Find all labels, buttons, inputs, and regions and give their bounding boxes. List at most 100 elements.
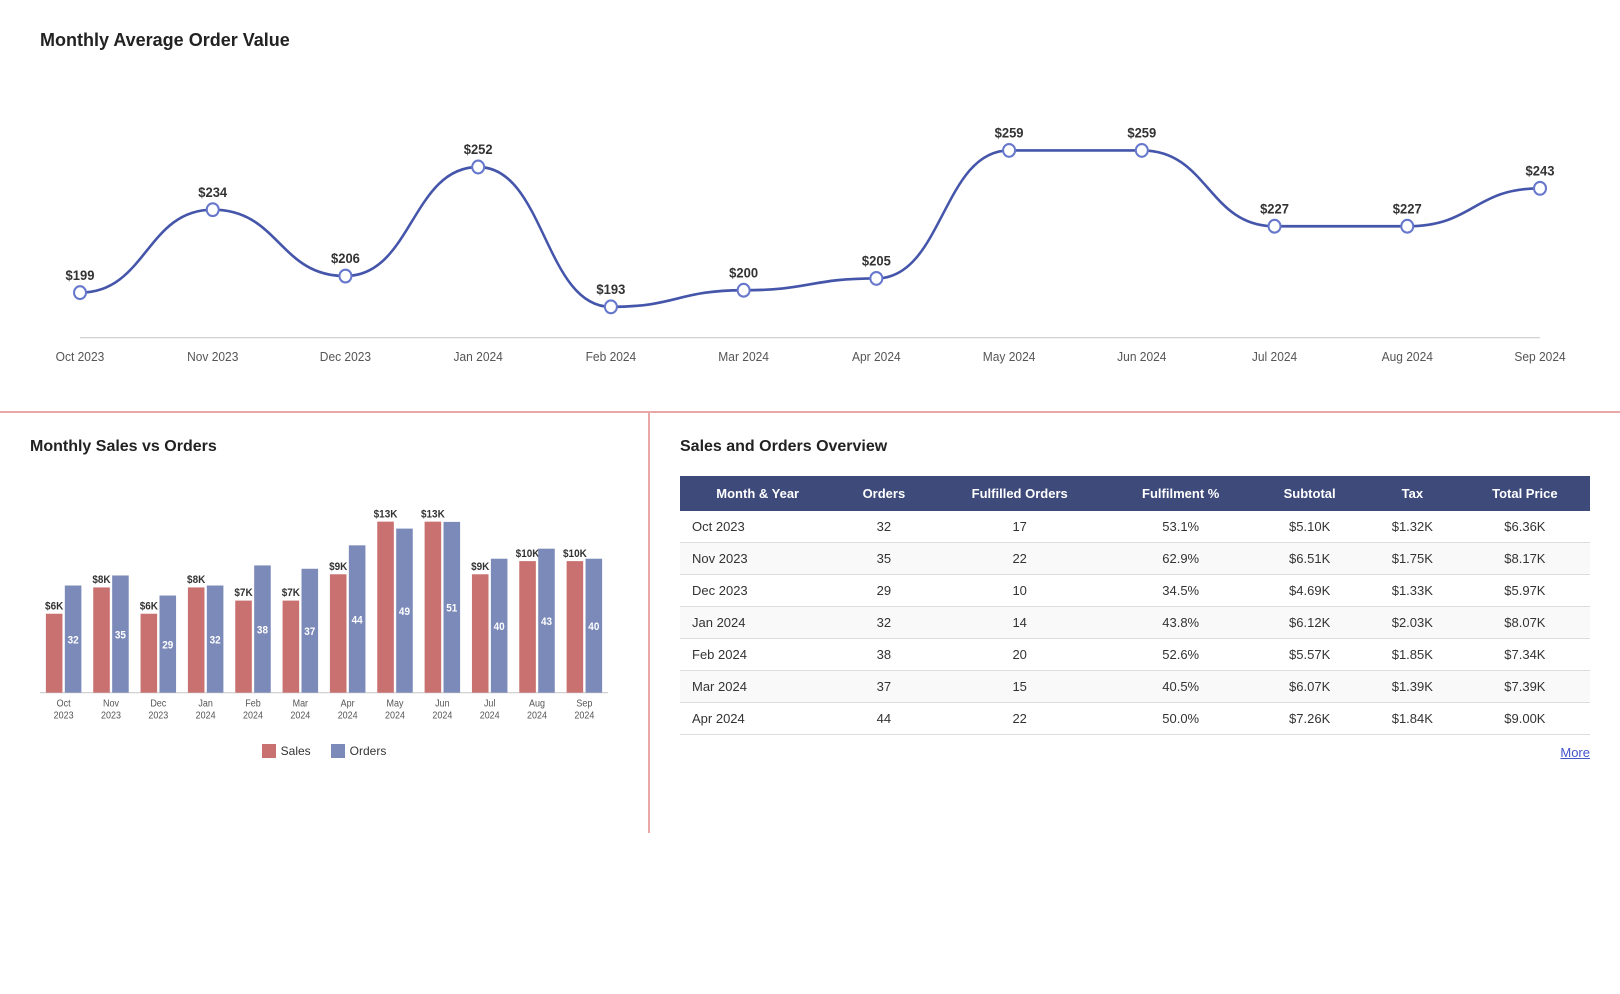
bar-chart-section: Monthly Sales vs Orders $6K32Oct2023$8K3… — [0, 413, 650, 833]
table-cell: Feb 2024 — [680, 639, 835, 671]
bar-chart: $6K32Oct2023$8K35Nov2023$6K29Dec2023$8K3… — [30, 476, 618, 736]
svg-text:May 2024: May 2024 — [983, 350, 1036, 364]
svg-text:Jul 2024: Jul 2024 — [1252, 350, 1297, 364]
legend-sales-label: Sales — [281, 744, 311, 758]
table-cell: $7.39K — [1460, 671, 1590, 703]
svg-text:Sep2024: Sep2024 — [574, 698, 594, 720]
table-cell: $5.10K — [1254, 511, 1365, 543]
table-header-cell: Fulfilment % — [1107, 476, 1254, 511]
table-header: Month & YearOrdersFulfilled OrdersFulfil… — [680, 476, 1590, 511]
table-row: Feb 2024382052.6%$5.57K$1.85K$7.34K — [680, 639, 1590, 671]
table-cell: 37 — [835, 671, 932, 703]
svg-text:Jun 2024: Jun 2024 — [1117, 350, 1166, 364]
svg-text:May2024: May2024 — [385, 698, 405, 720]
top-chart-title: Monthly Average Order Value — [40, 30, 1580, 51]
table-cell: 40.5% — [1107, 671, 1254, 703]
table-cell: $6.51K — [1254, 543, 1365, 575]
table-cell: 50.0% — [1107, 703, 1254, 735]
table-cell: $6.12K — [1254, 607, 1365, 639]
table-header-cell: Orders — [835, 476, 932, 511]
bottom-section: Monthly Sales vs Orders $6K32Oct2023$8K3… — [0, 413, 1620, 833]
table-cell: $2.03K — [1365, 607, 1460, 639]
table-body: Oct 2023321753.1%$5.10K$1.32K$6.36KNov 2… — [680, 511, 1590, 735]
table-cell: 20 — [932, 639, 1107, 671]
table-cell: 22 — [932, 703, 1107, 735]
table-cell: 10 — [932, 575, 1107, 607]
table-cell: 15 — [932, 671, 1107, 703]
svg-text:$10K: $10K — [563, 548, 587, 559]
table-cell: 43.8% — [1107, 607, 1254, 639]
svg-text:$206: $206 — [331, 251, 360, 266]
table-header-row: Month & YearOrdersFulfilled OrdersFulfil… — [680, 476, 1590, 511]
table-cell: $7.34K — [1460, 639, 1590, 671]
table-cell: 53.1% — [1107, 511, 1254, 543]
table-cell: $5.57K — [1254, 639, 1365, 671]
svg-text:$9K: $9K — [329, 562, 348, 573]
svg-text:32: 32 — [210, 635, 221, 646]
table-cell: $9.00K — [1460, 703, 1590, 735]
svg-text:$8K: $8K — [187, 575, 206, 586]
svg-text:Apr 2024: Apr 2024 — [852, 350, 901, 364]
svg-text:$234: $234 — [198, 184, 227, 199]
table-row: Apr 2024442250.0%$7.26K$1.84K$9.00K — [680, 703, 1590, 735]
table-cell: $1.75K — [1365, 543, 1460, 575]
svg-text:$7K: $7K — [234, 588, 253, 599]
table-cell: 29 — [835, 575, 932, 607]
svg-text:Apr2024: Apr2024 — [338, 698, 358, 720]
bar-chart-legend: Sales Orders — [30, 744, 618, 758]
table-cell: $8.17K — [1460, 543, 1590, 575]
top-section: Monthly Average Order Value $199Oct 2023… — [0, 0, 1620, 413]
svg-text:$243: $243 — [1526, 163, 1555, 178]
table-cell: $6.07K — [1254, 671, 1365, 703]
table-cell: 44 — [835, 703, 932, 735]
table-header-cell: Fulfilled Orders — [932, 476, 1107, 511]
svg-text:$8K: $8K — [92, 575, 111, 586]
svg-text:$7K: $7K — [282, 588, 301, 599]
svg-text:$6K: $6K — [45, 601, 64, 612]
svg-text:Aug2024: Aug2024 — [527, 698, 547, 720]
svg-text:Oct 2023: Oct 2023 — [56, 350, 105, 364]
svg-text:37: 37 — [304, 627, 315, 638]
table-row: Nov 2023352262.9%$6.51K$1.75K$8.17K — [680, 543, 1590, 575]
svg-text:Jul2024: Jul2024 — [480, 698, 500, 720]
table-cell: 17 — [932, 511, 1107, 543]
svg-text:$13K: $13K — [421, 509, 445, 520]
table-cell: 62.9% — [1107, 543, 1254, 575]
svg-text:$13K: $13K — [374, 509, 398, 520]
orders-table: Month & YearOrdersFulfilled OrdersFulfil… — [680, 476, 1590, 735]
svg-text:Feb 2024: Feb 2024 — [586, 350, 637, 364]
table-section: Sales and Orders Overview Month & YearOr… — [650, 413, 1620, 833]
table-header-cell: Subtotal — [1254, 476, 1365, 511]
legend-sales: Sales — [262, 744, 311, 758]
svg-text:Jan 2024: Jan 2024 — [454, 350, 503, 364]
svg-text:Aug 2024: Aug 2024 — [1382, 350, 1433, 364]
svg-text:Jan2024: Jan2024 — [196, 698, 216, 720]
svg-text:Oct2023: Oct2023 — [54, 698, 74, 720]
table-cell: $8.07K — [1460, 607, 1590, 639]
svg-text:$9K: $9K — [471, 562, 490, 573]
svg-text:$6K: $6K — [140, 601, 159, 612]
svg-text:29: 29 — [162, 640, 173, 651]
table-cell: $1.84K — [1365, 703, 1460, 735]
table-cell: Dec 2023 — [680, 575, 835, 607]
table-cell: 22 — [932, 543, 1107, 575]
table-cell: Nov 2023 — [680, 543, 835, 575]
svg-text:$227: $227 — [1393, 201, 1422, 216]
table-cell: Mar 2024 — [680, 671, 835, 703]
svg-text:Nov2023: Nov2023 — [101, 698, 121, 720]
table-cell: $4.69K — [1254, 575, 1365, 607]
table-cell: $1.39K — [1365, 671, 1460, 703]
svg-text:$259: $259 — [1127, 125, 1156, 140]
table-cell: $6.36K — [1460, 511, 1590, 543]
table-header-cell: Total Price — [1460, 476, 1590, 511]
more-link[interactable]: More — [680, 745, 1590, 760]
table-cell: $1.32K — [1365, 511, 1460, 543]
svg-text:$193: $193 — [596, 282, 625, 297]
svg-text:49: 49 — [399, 607, 410, 618]
table-cell: $7.26K — [1254, 703, 1365, 735]
svg-text:51: 51 — [446, 603, 457, 614]
table-header-cell: Month & Year — [680, 476, 835, 511]
legend-sales-color — [262, 744, 276, 758]
table-row: Dec 2023291034.5%$4.69K$1.33K$5.97K — [680, 575, 1590, 607]
svg-text:Dec2023: Dec2023 — [148, 698, 168, 720]
